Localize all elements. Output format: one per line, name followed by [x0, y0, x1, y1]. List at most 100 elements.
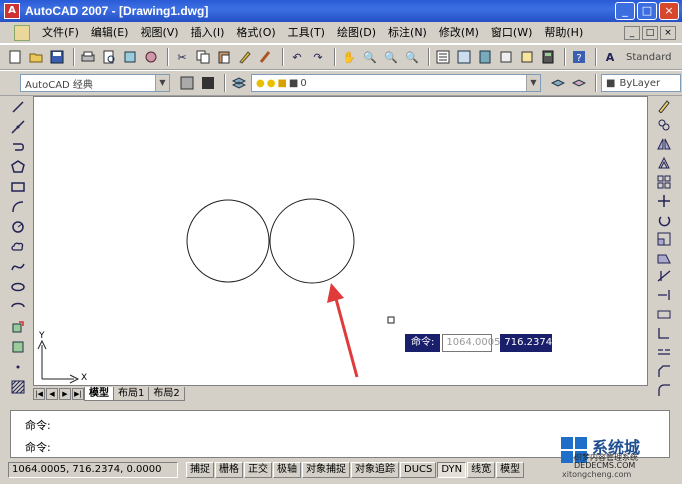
trim-icon[interactable] — [654, 268, 674, 285]
doc-close-button[interactable]: × — [660, 25, 676, 40]
copy-icon[interactable] — [194, 48, 212, 66]
arc-icon[interactable] — [8, 198, 28, 216]
ortho-toggle[interactable]: 正交 — [244, 462, 272, 478]
next-tab-icon[interactable]: ▶ — [59, 387, 71, 400]
menu-file[interactable]: 文件(F) — [36, 23, 85, 43]
lightbulb-icon[interactable]: ● — [256, 78, 265, 89]
text-style-icon[interactable]: A — [601, 48, 619, 66]
circle-icon[interactable] — [8, 218, 28, 236]
dynamic-input-x[interactable]: 1064.0005 — [442, 334, 500, 352]
make-block-icon[interactable] — [8, 338, 28, 356]
block-editor-icon[interactable] — [257, 48, 275, 66]
layer-combo[interactable]: ● ● ■ ■ 0 ▼ — [251, 74, 541, 92]
point-icon[interactable] — [8, 358, 28, 376]
otrack-toggle[interactable]: 对象追踪 — [351, 462, 399, 478]
zoom-realtime-icon[interactable]: 🔍 — [361, 48, 379, 66]
snap-toggle[interactable]: 捕捉 — [186, 462, 214, 478]
open-icon[interactable] — [27, 48, 45, 66]
scale-icon[interactable] — [654, 230, 674, 247]
first-tab-icon[interactable]: |◀ — [33, 387, 45, 400]
dyn-toggle[interactable]: DYN — [437, 462, 467, 478]
redo-icon[interactable]: ↷ — [309, 48, 327, 66]
tool-palettes-icon[interactable] — [476, 48, 494, 66]
maximize-button[interactable]: □ — [637, 2, 657, 20]
insert-block-icon[interactable] — [8, 318, 28, 336]
layer-previous-icon[interactable] — [570, 74, 588, 92]
tab-layout1[interactable]: 布局1 — [113, 386, 150, 401]
my-workspace-icon[interactable] — [199, 74, 217, 92]
rectangle-icon[interactable] — [8, 178, 28, 196]
move-icon[interactable] — [654, 192, 674, 209]
make-object-layer-current-icon[interactable] — [549, 74, 567, 92]
polar-toggle[interactable]: 极轴 — [273, 462, 301, 478]
match-properties-icon[interactable] — [236, 48, 254, 66]
osnap-toggle[interactable]: 对象捕捉 — [302, 462, 350, 478]
lineweight-toggle[interactable]: 线宽 — [467, 462, 496, 478]
stretch-icon[interactable] — [654, 249, 674, 266]
menu-edit[interactable]: 编辑(E) — [85, 23, 135, 43]
menu-format[interactable]: 格式(O) — [230, 23, 281, 43]
help-icon[interactable]: ? — [570, 48, 588, 66]
zoom-previous-icon[interactable]: 🔍 — [403, 48, 421, 66]
markup-icon[interactable] — [518, 48, 536, 66]
last-tab-icon[interactable]: ▶| — [72, 387, 84, 400]
workspace-combo[interactable]: AutoCAD 经典 ▼ — [20, 74, 170, 92]
copy-object-icon[interactable] — [654, 117, 674, 134]
chamfer-icon[interactable] — [654, 362, 674, 379]
prev-tab-icon[interactable]: ◀ — [46, 387, 58, 400]
design-center-icon[interactable] — [455, 48, 473, 66]
line-icon[interactable] — [8, 98, 28, 116]
break-at-point-icon[interactable] — [654, 306, 674, 323]
doc-minimize-button[interactable]: _ — [624, 25, 640, 40]
spline-icon[interactable] — [8, 258, 28, 276]
autocad-app-icon[interactable]: A — [4, 3, 20, 19]
calculator-icon[interactable] — [539, 48, 557, 66]
drawing-canvas[interactable]: Y X — [33, 96, 648, 386]
ellipse-arc-icon[interactable] — [8, 298, 28, 316]
minimize-button[interactable]: _ — [615, 2, 635, 20]
print-icon[interactable] — [79, 48, 97, 66]
array-icon[interactable] — [654, 174, 674, 191]
command-prompt-line[interactable]: 命令: — [25, 439, 51, 455]
sheet-set-icon[interactable] — [497, 48, 515, 66]
print-preview-icon[interactable] — [100, 48, 118, 66]
ducs-toggle[interactable]: DUCS — [400, 462, 437, 478]
mirror-icon[interactable] — [654, 136, 674, 153]
publish-icon[interactable] — [121, 48, 139, 66]
menu-view[interactable]: 视图(V) — [134, 23, 184, 43]
dynamic-input-y[interactable]: 716.2374 — [500, 334, 553, 352]
3d-dwf-icon[interactable] — [142, 48, 160, 66]
workspace-settings-icon[interactable] — [178, 74, 196, 92]
rotate-icon[interactable] — [654, 211, 674, 228]
construction-line-icon[interactable] — [8, 118, 28, 136]
document-icon[interactable] — [14, 24, 30, 41]
hatch-icon[interactable] — [8, 378, 28, 396]
menu-draw[interactable]: 绘图(D) — [331, 23, 382, 43]
model-toggle[interactable]: 模型 — [496, 462, 525, 478]
join-icon[interactable] — [654, 343, 674, 360]
chevron-down-icon[interactable]: ▼ — [526, 75, 540, 91]
close-button[interactable]: × — [659, 2, 679, 20]
text-style-combo[interactable]: Standard — [622, 48, 678, 66]
revision-cloud-icon[interactable] — [8, 238, 28, 256]
circle-right[interactable] — [269, 198, 355, 284]
paste-icon[interactable] — [215, 48, 233, 66]
menu-tools[interactable]: 工具(T) — [282, 23, 331, 43]
doc-restore-button[interactable]: □ — [642, 25, 658, 40]
chevron-down-icon[interactable]: ▼ — [155, 75, 169, 91]
tab-model[interactable]: 模型 — [84, 386, 114, 401]
polyline-icon[interactable] — [8, 138, 28, 156]
save-icon[interactable] — [48, 48, 66, 66]
extend-icon[interactable] — [654, 287, 674, 304]
color-combo[interactable]: ■ ByLayer — [601, 74, 681, 92]
menu-help[interactable]: 帮助(H) — [538, 23, 589, 43]
fillet-icon[interactable] — [654, 381, 674, 398]
menu-window[interactable]: 窗口(W) — [485, 23, 538, 43]
menu-dimension[interactable]: 标注(N) — [382, 23, 433, 43]
ellipse-icon[interactable] — [8, 278, 28, 296]
properties-icon[interactable] — [434, 48, 452, 66]
zoom-window-icon[interactable]: 🔍 — [382, 48, 400, 66]
cut-icon[interactable]: ✂ — [173, 48, 191, 66]
menu-insert[interactable]: 插入(I) — [185, 23, 231, 43]
tab-layout2[interactable]: 布局2 — [148, 386, 185, 401]
